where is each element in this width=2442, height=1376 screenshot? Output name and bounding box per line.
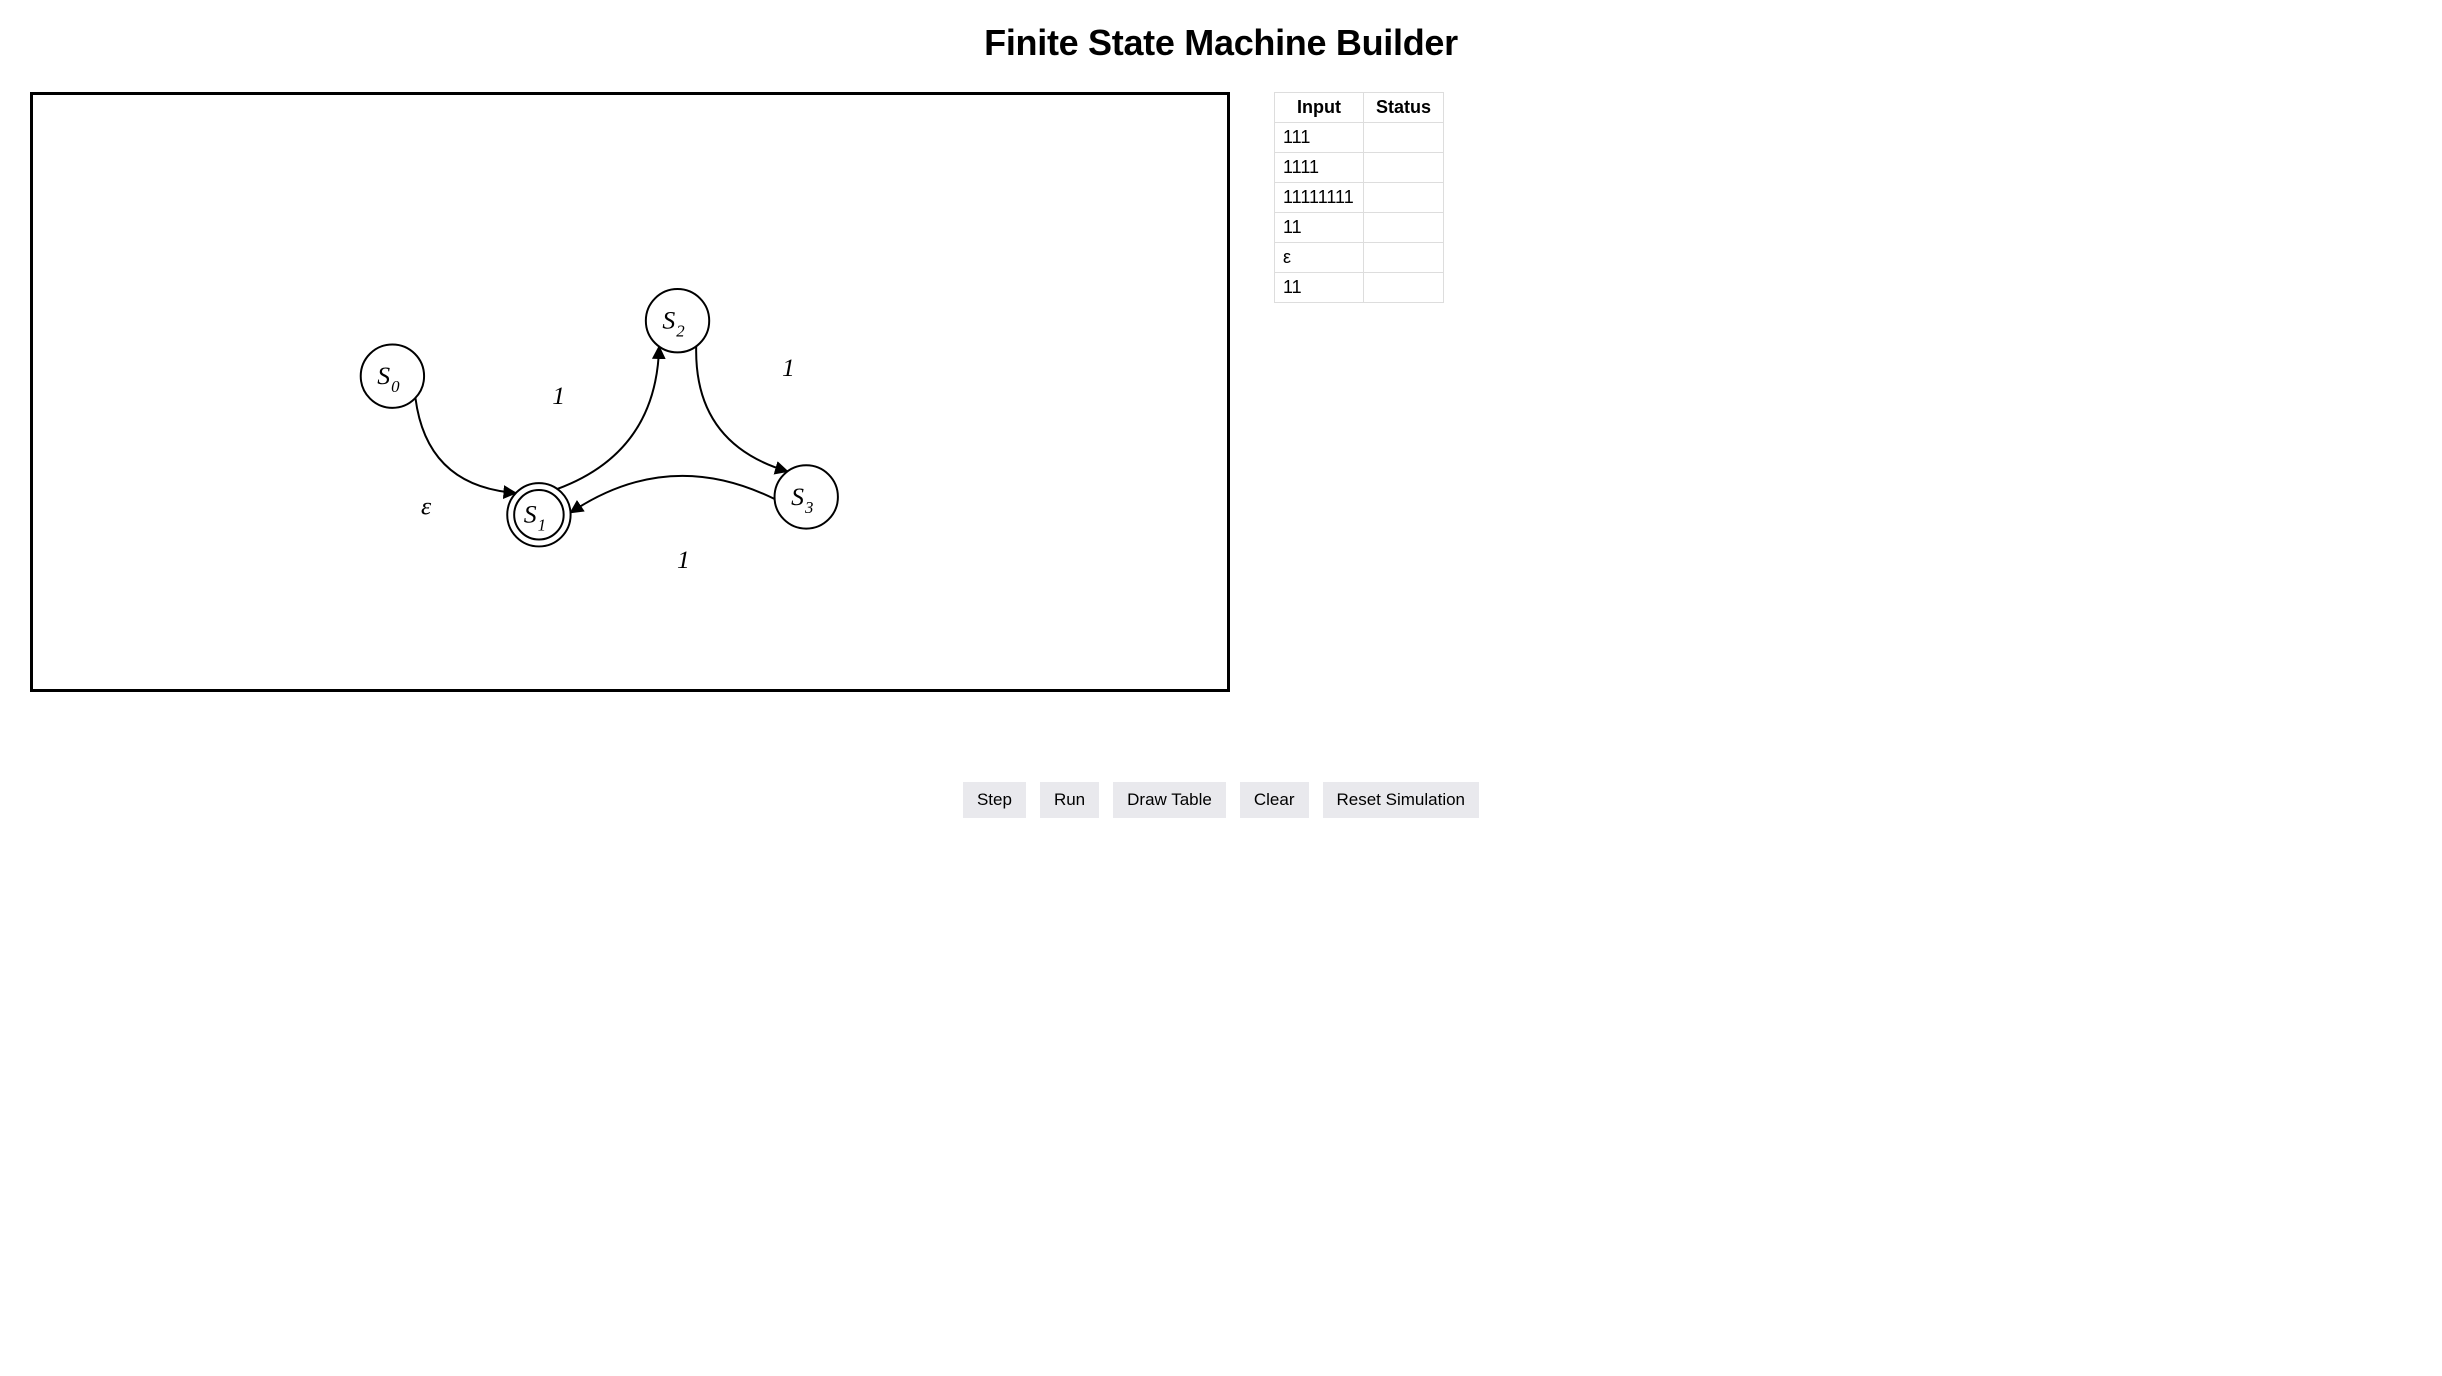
status-cell [1363, 273, 1443, 303]
input-cell: 11 [1275, 273, 1364, 303]
status-cell [1363, 243, 1443, 273]
transition-s2-s3[interactable] [696, 346, 787, 471]
page-title: Finite State Machine Builder [30, 22, 2412, 64]
state-s1[interactable]: S1 [507, 483, 570, 546]
draw-table-button[interactable]: Draw Table [1113, 782, 1226, 818]
table-row[interactable]: ε [1275, 243, 1444, 273]
input-cell: 1111 [1275, 153, 1364, 183]
input-cell: ε [1275, 243, 1364, 273]
clear-button[interactable]: Clear [1240, 782, 1309, 818]
fsm-svg: S0 S1 S2 S3 ε 1 1 1 [33, 95, 1227, 689]
fsm-canvas[interactable]: S0 S1 S2 S3 ε 1 1 1 [30, 92, 1230, 692]
table-row[interactable]: 1111 [1275, 153, 1444, 183]
transition-s0-s1[interactable] [415, 398, 515, 493]
transition-label: ε [421, 492, 432, 521]
state-s2[interactable]: S2 [646, 289, 709, 352]
transition-label: 1 [782, 353, 795, 382]
table-row[interactable]: 11 [1275, 273, 1444, 303]
status-cell [1363, 153, 1443, 183]
transition-label: 1 [552, 381, 565, 410]
input-cell: 111 [1275, 123, 1364, 153]
results-header-input: Input [1275, 93, 1364, 123]
content-row: S0S1S2S3 ε111 Input Status 1111111111111… [30, 92, 2412, 692]
status-cell [1363, 123, 1443, 153]
table-row[interactable]: 11111111 [1275, 183, 1444, 213]
state-s0[interactable]: S0 [361, 344, 424, 407]
input-cell: 11111111 [1275, 183, 1364, 213]
transition-s3-s1[interactable] [571, 476, 775, 513]
table-row[interactable]: 11 [1275, 213, 1444, 243]
status-cell [1363, 183, 1443, 213]
run-button[interactable]: Run [1040, 782, 1099, 818]
transition-label: 1 [677, 545, 690, 574]
results-header-status: Status [1363, 93, 1443, 123]
results-table: Input Status 11111111111111111ε11 [1274, 92, 1444, 303]
table-row[interactable]: 111 [1275, 123, 1444, 153]
state-s3[interactable]: S3 [775, 465, 838, 528]
step-button[interactable]: Step [963, 782, 1026, 818]
button-row: Step Run Draw Table Clear Reset Simulati… [30, 782, 2412, 818]
reset-simulation-button[interactable]: Reset Simulation [1323, 782, 1480, 818]
transition-s1-s2[interactable] [557, 346, 659, 488]
status-cell [1363, 213, 1443, 243]
input-cell: 11 [1275, 213, 1364, 243]
